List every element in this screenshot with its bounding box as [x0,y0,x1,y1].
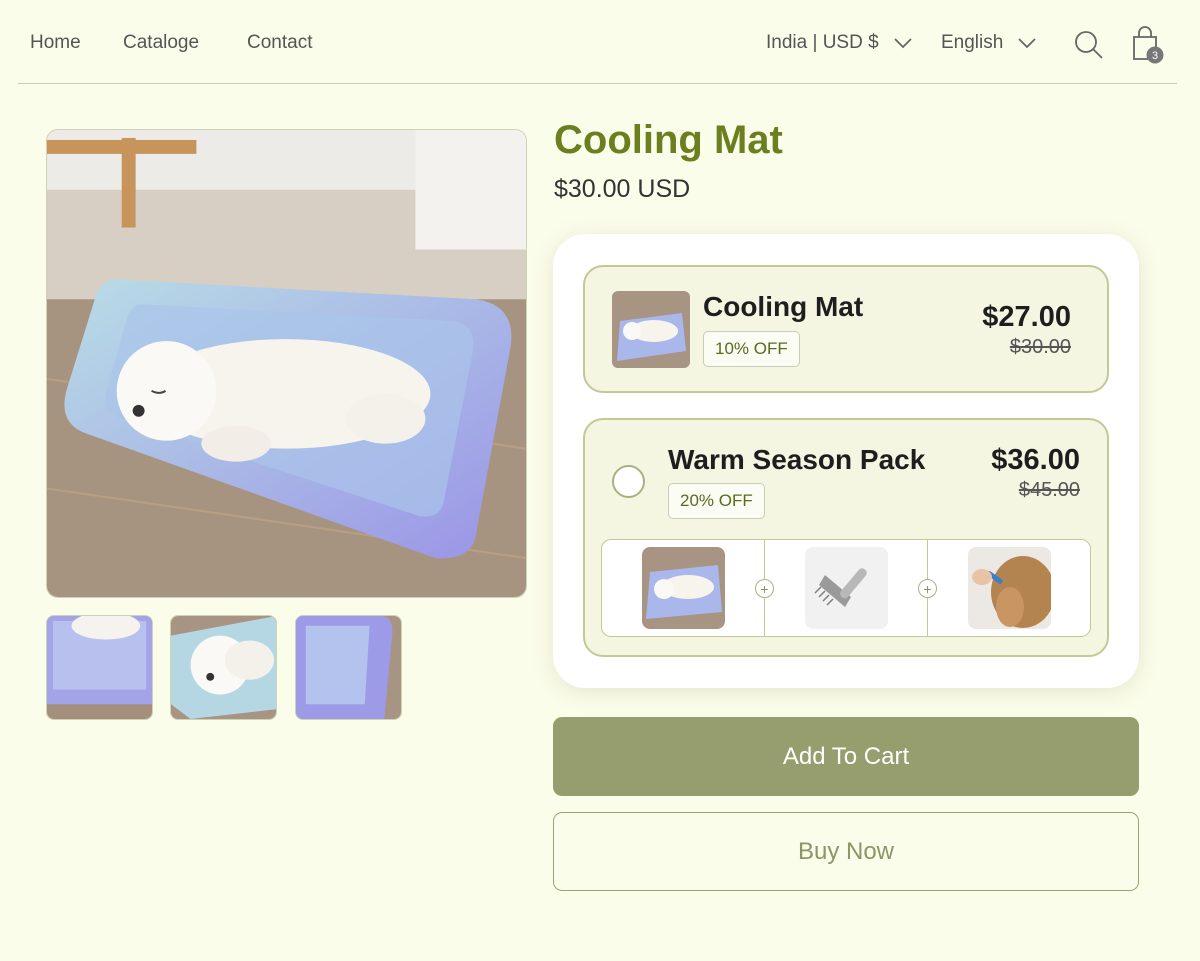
offer-name: Cooling Mat [703,291,864,322]
nav-cataloge-link[interactable]: Cataloge [123,32,199,54]
thumbnail-1[interactable] [46,615,153,720]
offer-sale-price: $27.00 [982,301,1071,333]
bundle-item-cooling-mat [602,540,764,636]
offer-radio-button[interactable] [612,465,645,498]
buy-now-button[interactable]: Buy Now [553,812,1139,891]
chevron-down-icon [1018,38,1036,49]
offer-original-price: $45.00 [1018,479,1080,501]
country-currency-selector[interactable]: India | USD $ [766,32,913,54]
search-button[interactable] [1074,30,1104,60]
offer-option-cooling-mat[interactable]: Cooling Mat 10% OFF $27.00 $30.00 [583,265,1109,393]
nav-contact-link[interactable]: Contact [247,32,312,54]
offer-sale-price: $36.00 [991,444,1080,476]
site-header: Home Cataloge Contact India | USD $ Engl… [18,0,1177,84]
offer-option-warm-season-pack[interactable]: Warm Season Pack 20% OFF $36.00 $45.00 + [583,418,1109,657]
product-title: Cooling Mat [554,118,783,162]
nav-home-link[interactable]: Home [30,32,81,54]
language-label: English [941,32,1004,53]
main-product-image [46,129,527,598]
cart-count-badge: 3 [1152,50,1158,62]
bundle-offers-card: Cooling Mat 10% OFF $27.00 $30.00 Warm S… [553,234,1139,688]
bundle-items-row: + + [601,539,1091,637]
offer-product-image [612,291,690,368]
offer-original-price: $30.00 [1009,336,1071,358]
bundle-item-flea-drops: + [918,540,1090,636]
language-selector[interactable]: English [941,32,1037,54]
bundle-item-image [641,547,725,629]
thumbnail-2[interactable] [170,615,277,720]
bundle-item-image [967,547,1051,629]
chevron-down-icon [894,38,912,49]
cart-button[interactable]: 3 [1131,26,1167,66]
product-price: $30.00 USD [554,175,691,203]
add-to-cart-button[interactable]: Add To Cart [553,717,1139,796]
bundle-item-comb: + [755,540,927,636]
country-currency-label: India | USD $ [766,32,879,53]
shopping-bag-icon: 3 [1133,26,1164,64]
discount-badge: 10% OFF [703,331,800,367]
search-icon [1075,31,1103,59]
discount-badge: 20% OFF [668,483,765,519]
bundle-item-image [804,547,888,629]
offer-name: Warm Season Pack [668,444,926,475]
thumbnail-3[interactable] [295,615,402,720]
plus-icon: + [918,579,937,598]
plus-icon: + [755,579,774,598]
